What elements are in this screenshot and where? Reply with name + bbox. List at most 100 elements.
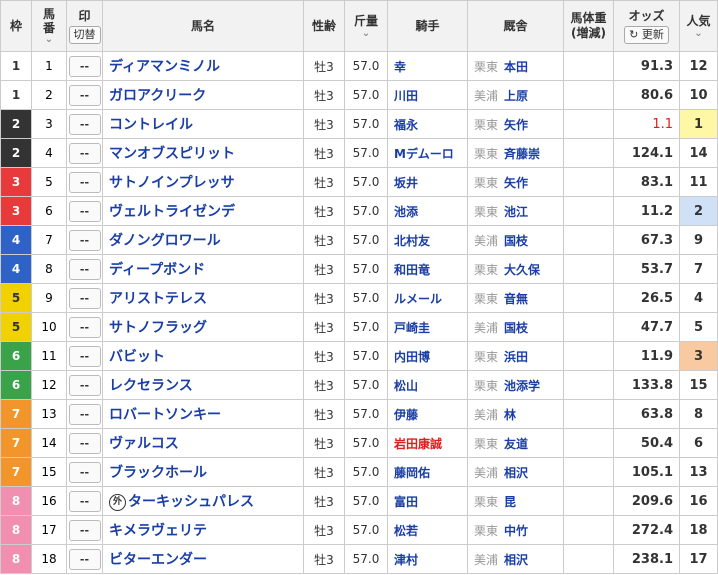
body-weight-cell [563, 196, 614, 226]
chevron-down-icon[interactable]: ⌄ [45, 35, 53, 45]
horse-name-link[interactable]: マンオブスピリット [109, 146, 235, 162]
horse-name-link[interactable]: キメラヴェリテ [109, 523, 207, 539]
trainer-link[interactable]: 国枝 [504, 321, 528, 335]
horse-name-link[interactable]: レクセランス [109, 378, 193, 394]
odds-cell: 63.8 [613, 399, 680, 429]
jockey-link[interactable]: ルメール [387, 283, 468, 313]
mark-select[interactable]: -- [68, 548, 101, 570]
umaban-cell: 8 [31, 254, 67, 284]
mark-select[interactable]: -- [68, 287, 101, 309]
trainer-link[interactable]: 上原 [504, 89, 528, 103]
jockey-link[interactable]: 戸崎圭 [387, 312, 468, 342]
weight-cell: 57.0 [344, 196, 388, 226]
popularity-cell: 2 [679, 196, 718, 226]
odds-cell: 67.3 [613, 225, 680, 255]
weight-cell: 57.0 [344, 457, 388, 487]
jockey-link[interactable]: 北村友 [387, 225, 468, 255]
trainer-link[interactable]: 中竹 [504, 524, 528, 538]
trainer-link[interactable]: 大久保 [504, 263, 540, 277]
odds-cell: 11.9 [613, 341, 680, 371]
col-odds[interactable]: オッズ ↻ 更新 [613, 0, 680, 52]
jockey-link[interactable]: Mデムーロ [387, 138, 468, 168]
jockey-link[interactable]: 福永 [387, 109, 468, 139]
trainer-link[interactable]: 池添学 [504, 379, 540, 393]
stable-region: 栗東 [474, 175, 499, 190]
mark-select[interactable]: -- [68, 345, 101, 367]
sex-age-cell: 牡3 [303, 254, 345, 284]
horse-name-link[interactable]: バビット [109, 349, 165, 365]
mark-select[interactable]: -- [68, 200, 101, 222]
horse-name-link[interactable]: アリストテレス [109, 291, 207, 307]
mark-select[interactable]: -- [68, 432, 101, 454]
jockey-link[interactable]: 岩田康誠 [387, 428, 468, 458]
col-umaban-label: 馬番 [42, 7, 55, 35]
trainer-link[interactable]: 友道 [504, 437, 528, 451]
horse-name-link[interactable]: ダノングロワール [109, 233, 221, 249]
mark-select[interactable]: -- [68, 171, 101, 193]
trainer-link[interactable]: 本田 [504, 60, 528, 74]
chevron-down-icon[interactable]: ⌄ [362, 28, 370, 39]
col-weight-label: 斤量 [353, 13, 378, 28]
jockey-link[interactable]: 内田博 [387, 341, 468, 371]
waku-cell: 7 [0, 428, 32, 458]
trainer-link[interactable]: 斉藤崇 [504, 147, 540, 161]
jockey-link[interactable]: 藤岡佑 [387, 457, 468, 487]
popularity-cell: 9 [679, 225, 718, 255]
mark-toggle-button[interactable]: 切替 [68, 25, 101, 44]
trainer-link[interactable]: 浜田 [504, 350, 528, 364]
odds-refresh-button[interactable]: ↻ 更新 [624, 25, 669, 44]
horse-name-link[interactable]: ロバートソンキー [109, 407, 221, 423]
trainer-link[interactable]: 林 [504, 408, 516, 422]
horse-name-link[interactable]: ガロアクリーク [109, 88, 206, 104]
mark-select[interactable]: -- [68, 490, 101, 512]
jockey-link[interactable]: 松若 [387, 515, 468, 545]
horse-name-link[interactable]: ターキッシュパレス [128, 494, 254, 510]
trainer-link[interactable]: 国枝 [504, 234, 528, 248]
chevron-down-icon[interactable]: ⌄ [694, 28, 702, 39]
horse-name-link[interactable]: ヴァルコス [109, 436, 179, 452]
mark-select[interactable]: -- [68, 403, 101, 425]
mark-select[interactable]: -- [68, 142, 101, 164]
mark-select[interactable]: -- [68, 84, 101, 106]
mark-select[interactable]: -- [68, 55, 101, 77]
trainer-link[interactable]: 相沢 [504, 466, 528, 480]
horse-name-link[interactable]: ブラックホール [109, 465, 207, 481]
jockey-link[interactable]: 伊藤 [387, 399, 468, 429]
trainer-link[interactable]: 矢作 [504, 118, 528, 132]
jockey-link[interactable]: 和田竜 [387, 254, 468, 284]
mark-select[interactable]: -- [68, 461, 101, 483]
mark-select[interactable]: -- [68, 229, 101, 251]
mark-select[interactable]: -- [68, 519, 101, 541]
horse-name-link[interactable]: ディアマンミノル [109, 59, 220, 75]
jockey-link[interactable]: 幸 [387, 51, 468, 81]
jockey-link[interactable]: 池添 [387, 196, 468, 226]
trainer-link[interactable]: 相沢 [504, 553, 528, 567]
horse-name-link[interactable]: ディープボンド [109, 262, 205, 278]
horse-name-link[interactable]: ビターエンダー [109, 552, 207, 568]
mark-select[interactable]: -- [68, 316, 101, 338]
jockey-link[interactable]: 津村 [387, 544, 468, 574]
mark-select[interactable]: -- [68, 374, 101, 396]
trainer-link[interactable]: 池江 [504, 205, 528, 219]
horse-name-link[interactable]: サトノインプレッサ [109, 175, 235, 191]
jockey-link[interactable]: 坂井 [387, 167, 468, 197]
trainer-link[interactable]: 音無 [504, 292, 528, 306]
horse-name-link[interactable]: ヴェルトライゼンデ [109, 204, 235, 220]
col-popularity[interactable]: 人気 ⌄ [679, 0, 718, 52]
weight-cell: 57.0 [344, 544, 388, 574]
popularity-cell: 12 [679, 51, 718, 81]
horse-name-link[interactable]: サトノフラッグ [109, 320, 207, 336]
mark-select[interactable]: -- [68, 113, 101, 135]
jockey-link[interactable]: 川田 [387, 80, 468, 110]
col-weight[interactable]: 斤量 ⌄ [344, 0, 388, 52]
weight-cell: 57.0 [344, 138, 388, 168]
jockey-link[interactable]: 富田 [387, 486, 468, 516]
horse-name-cell: ガロアクリーク [102, 80, 304, 110]
jockey-link[interactable]: 松山 [387, 370, 468, 400]
mark-cell: -- [66, 167, 103, 197]
mark-select[interactable]: -- [68, 258, 101, 280]
trainer-link[interactable]: 矢作 [504, 176, 528, 190]
horse-name-link[interactable]: コントレイル [109, 117, 193, 133]
trainer-link[interactable]: 昆 [504, 495, 516, 509]
col-umaban[interactable]: 馬番 ⌄ [31, 0, 67, 52]
